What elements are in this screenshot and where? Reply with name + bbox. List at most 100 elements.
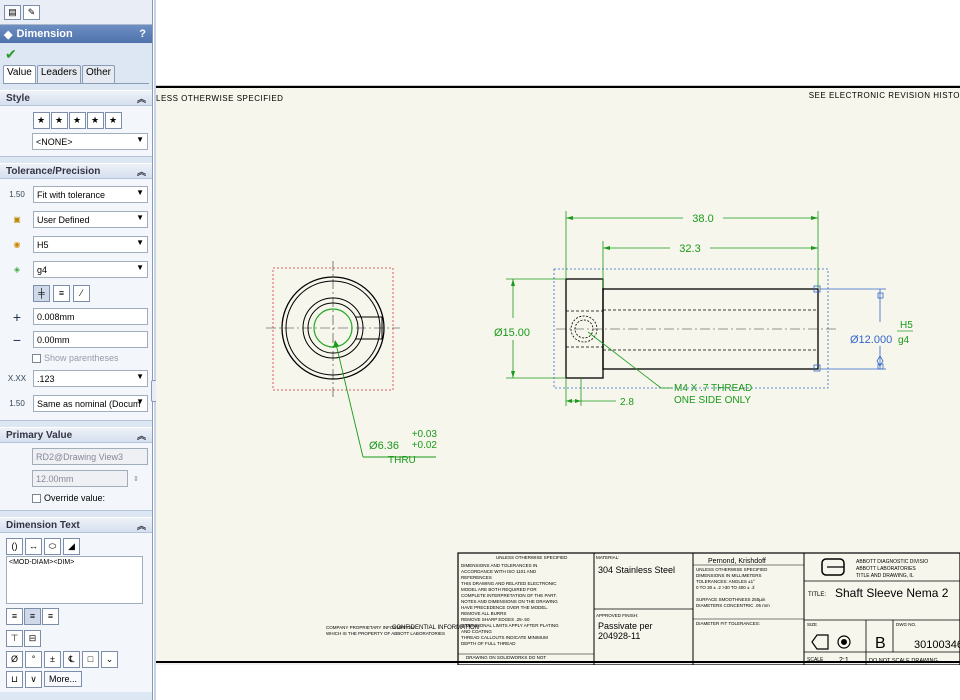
justify-left-icon[interactable]: ≡ — [6, 607, 23, 625]
bore-tol-minus: +0.02 — [412, 440, 438, 451]
svg-text:DRAWING ON SOLIDWORKS DO NOT: DRAWING ON SOLIDWORKS DO NOT — [466, 655, 546, 660]
svg-text:0 TO 30 ± .2 >30 TO 400 ± .3: 0 TO 30 ± .2 >30 TO 400 ± .3 — [696, 585, 755, 590]
dimension-text-section-header[interactable]: Dimension Text ︽ — [0, 517, 152, 533]
shaft-fit-select[interactable]: g4 ▼ — [33, 261, 148, 278]
outer-diameter-dimension[interactable]: Ø15.00 — [494, 327, 530, 339]
counterbore-symbol-icon[interactable]: ⊔ — [6, 670, 23, 688]
svg-text:NOTES AND DIMENSIONS ON THE DR: NOTES AND DIMENSIONS ON THE DRAWING — [461, 599, 558, 604]
plus-minus-symbol-icon[interactable]: ± — [44, 650, 61, 668]
delete-style-icon[interactable]: ★ — [68, 111, 86, 129]
diameter-symbol-icon[interactable]: Ø — [6, 650, 23, 668]
drawing-canvas[interactable]: LESS OTHERWISE SPECIFIED SEE ELECTRONIC … — [156, 0, 960, 700]
previous-sheet-area — [156, 0, 960, 86]
style-select[interactable]: <NONE> ▼ — [32, 133, 148, 150]
linear-display-icon[interactable]: ⁄ — [73, 284, 90, 302]
thread-note-line2[interactable]: ONE SIDE ONLY — [674, 395, 751, 406]
center-dimension-icon[interactable]: ↔ — [25, 537, 42, 555]
add-parentheses-icon[interactable]: () — [6, 537, 23, 555]
drawing-views[interactable]: +0.03 +0.02 Ø6.36 THRU 38.0 32.3 Ø15.00 … — [156, 88, 960, 665]
centerline-symbol-icon[interactable]: ℄ — [63, 650, 80, 668]
svg-text:REFERENCES: REFERENCES — [461, 575, 492, 580]
drawing-sheet[interactable]: LESS OTHERWISE SPECIFIED SEE ELECTRONIC … — [156, 86, 960, 665]
company-line2: ABBOTT LABORATORIES — [856, 566, 916, 572]
svg-text:COMPLETE INTERPRETATION OF THE: COMPLETE INTERPRETATION OF THE PART. — [461, 593, 557, 598]
tolerance-type-icon: 1.50 — [9, 190, 25, 199]
thread-note-line1[interactable]: M4 X .7 THREAD — [674, 383, 752, 394]
company-line1: ABBOTT DIAGNOSTIC DIVISIO — [856, 559, 928, 565]
spinner-icon[interactable]: ⇕ — [133, 475, 139, 483]
drawn-by: Pernond, Krishdoff — [708, 558, 766, 565]
dimension-name-field[interactable]: RD2@Drawing View3 — [32, 448, 148, 465]
step-dimension[interactable]: 2.8 — [620, 397, 634, 408]
svg-text:REMOVE SHARP EDGES .25-.50: REMOVE SHARP EDGES .25-.50 — [461, 617, 530, 622]
svg-text:SURFACE SMOOTHNESS 250µin: SURFACE SMOOTHNESS 250µin — [696, 597, 766, 602]
help-button[interactable]: ? — [139, 28, 146, 40]
stacked-without-line-icon[interactable]: ≡ — [53, 284, 70, 302]
company-line3: TITLE AND DRAWING, IL — [856, 573, 914, 579]
tolerance-precision-select[interactable]: Same as nominal (Docum ▼ — [33, 395, 148, 412]
text-position-top-icon[interactable]: ⊤ — [6, 629, 23, 647]
end-view[interactable]: +0.03 +0.02 Ø6.36 THRU — [266, 261, 437, 466]
justify-center-icon[interactable]: ≡ — [24, 607, 41, 625]
collapse-icon[interactable]: ︽ — [137, 165, 146, 178]
collapse-icon[interactable]: ︽ — [137, 429, 146, 442]
tab-other[interactable]: Other — [81, 65, 115, 83]
classification-select[interactable]: User Defined ▼ — [33, 211, 148, 228]
collapse-icon[interactable]: ︽ — [137, 92, 146, 105]
fit-hole-label: H5 — [900, 320, 913, 331]
overall-length-dimension[interactable]: 38.0 — [692, 213, 713, 225]
primary-value-section-header[interactable]: Primary Value ︽ — [0, 427, 152, 443]
canvas-lower-area — [156, 665, 960, 700]
primary-precision-select[interactable]: .123 ▼ — [33, 370, 148, 387]
dimension-text-area[interactable]: <MOD-DIAM><DIM> — [6, 556, 143, 604]
hole-fit-icon: ◉ — [13, 240, 21, 249]
side-view[interactable]: 38.0 32.3 Ø15.00 Ø12.000 H5 g4 M4 X .7 T… — [494, 211, 913, 408]
tab-leaders[interactable]: Leaders — [36, 65, 81, 83]
bore-tol-plus: +0.03 — [412, 429, 438, 440]
sheet-size-value: B — [875, 635, 886, 652]
svg-text:THREAD CALLOUTS INDICATE MINIM: THREAD CALLOUTS INDICATE MINIMUM — [461, 635, 548, 640]
show-parentheses-checkbox[interactable]: Show parentheses — [32, 350, 119, 366]
size-label: SIZE — [807, 622, 817, 627]
justify-right-icon[interactable]: ≡ — [42, 607, 59, 625]
tolerance-section-header[interactable]: Tolerance/Precision ︽ — [0, 163, 152, 179]
tolerance-type-select[interactable]: Fit with tolerance ▼ — [33, 186, 148, 203]
property-manager-panel: ▤ ✎ ◆ Dimension ? ✔ Value Leaders Other … — [0, 0, 153, 700]
stacked-with-line-icon[interactable]: ╪ — [33, 284, 50, 302]
scale-value: 2:1 — [839, 657, 849, 664]
shaft-diameter-dimension[interactable]: Ø12.000 — [850, 334, 892, 346]
style-section-header[interactable]: Style ︽ — [0, 90, 152, 106]
collapse-icon[interactable]: ︽ — [137, 519, 146, 532]
override-value-checkbox[interactable]: Override value: — [32, 490, 105, 506]
more-button[interactable]: More... — [44, 671, 83, 687]
tab-value[interactable]: Value — [3, 65, 36, 83]
svg-text:WHICH IS THE PROPERTY OF ABBOT: WHICH IS THE PROPERTY OF ABBOTT LABORATO… — [326, 631, 445, 636]
countersink-symbol-icon[interactable]: ∨ — [25, 670, 42, 688]
apply-style-icon[interactable]: ★ — [32, 111, 50, 129]
style-section: ★ ★ ★ ★ ★ <NONE> ▼ — [0, 106, 152, 157]
text-position-middle-icon[interactable]: ⊟ — [24, 629, 41, 647]
load-style-icon[interactable]: ★ — [104, 111, 122, 129]
panel-tab-strip: ▤ ✎ — [0, 0, 152, 25]
feature-manager-tab-icon[interactable]: ▤ — [4, 4, 21, 20]
material-label: MATERIAL: — [596, 555, 619, 560]
add-style-icon[interactable]: ★ — [50, 111, 68, 129]
hole-fit-select[interactable]: H5 ▼ — [33, 236, 148, 253]
panel-title: Dimension — [16, 28, 73, 40]
inner-length-dimension[interactable]: 32.3 — [679, 243, 700, 255]
degree-symbol-icon[interactable]: ° — [25, 650, 42, 668]
property-manager-tab-icon[interactable]: ✎ — [23, 4, 40, 20]
inspection-dimension-icon[interactable]: ⬭ — [44, 537, 61, 555]
minus-tolerance-input[interactable]: 0.00mm — [33, 331, 148, 348]
offset-text-icon[interactable]: ◢ — [63, 537, 80, 555]
ok-checkmark-icon[interactable]: ✔ — [5, 46, 17, 63]
square-symbol-icon[interactable]: □ — [82, 650, 99, 668]
more-symbols-icon[interactable]: ⌄ — [101, 650, 118, 668]
panel-title-bar: ◆ Dimension ? — [0, 25, 152, 43]
dimension-value-field[interactable]: 12.00mm — [32, 470, 128, 487]
svg-text:UNLESS OTHERWISE SPECIFIED: UNLESS OTHERWISE SPECIFIED — [496, 555, 568, 560]
plus-tolerance-input[interactable]: 0.008mm — [33, 308, 148, 325]
finish-label: APPROVED FINISH: — [596, 613, 638, 618]
classification-icon: ▣ — [13, 215, 21, 224]
save-style-icon[interactable]: ★ — [86, 111, 104, 129]
